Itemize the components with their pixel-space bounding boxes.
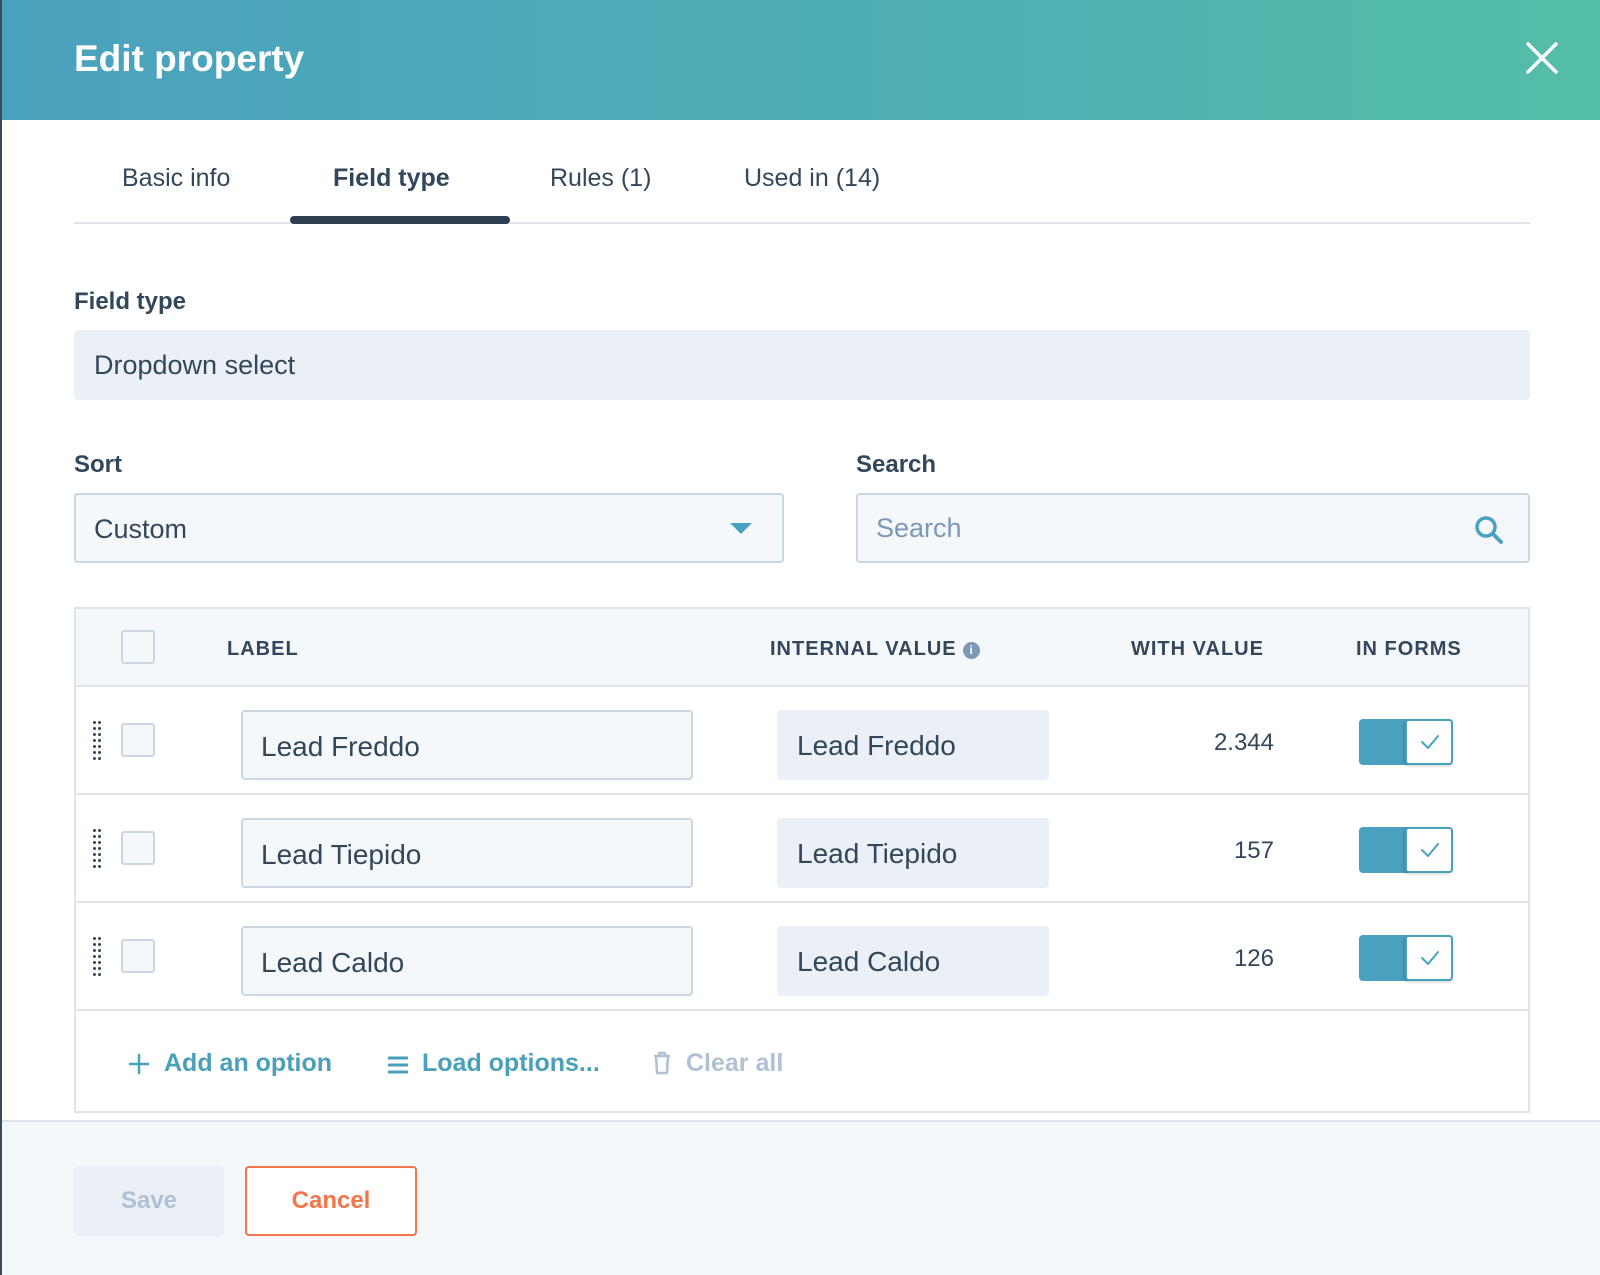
table-header: LABEL INTERNAL VALUE i WITH VALUE IN FORM… <box>76 609 1528 687</box>
chevron-down-icon <box>730 523 752 534</box>
row-checkbox[interactable] <box>121 831 155 865</box>
table-row: Lead Freddo Lead Freddo 2.344 <box>76 687 1528 795</box>
save-button[interactable]: Save <box>74 1166 224 1236</box>
option-internal-value: Lead Freddo <box>777 710 1049 780</box>
search-box <box>856 493 1530 563</box>
info-icon[interactable]: i <box>962 642 980 659</box>
close-button[interactable] <box>1522 38 1562 78</box>
option-with-value-count: 126 <box>1233 945 1274 972</box>
row-checkbox[interactable] <box>121 939 155 973</box>
checkmark-icon <box>1421 843 1439 857</box>
sort-select-value: Custom <box>94 514 188 544</box>
load-options-button[interactable]: Load options... <box>387 1049 600 1078</box>
column-internal-value-label: INTERNAL VALUE <box>770 638 957 660</box>
load-options-label: Load options... <box>422 1049 600 1077</box>
in-forms-toggle[interactable] <box>1359 827 1453 873</box>
active-tab-indicator <box>290 216 510 224</box>
modal-footer: Save Cancel <box>2 1120 1600 1275</box>
sort-select[interactable]: Custom <box>74 493 784 563</box>
option-with-value-count: 2.344 <box>1213 729 1274 756</box>
field-type-label: Field type <box>74 288 187 315</box>
tab-basic-info[interactable]: Basic info <box>122 164 230 193</box>
row-checkbox[interactable] <box>121 723 155 757</box>
option-label-input[interactable]: Lead Tiepido <box>241 818 693 888</box>
drag-handle-icon[interactable] <box>93 721 103 761</box>
search-label: Search <box>856 451 937 478</box>
column-label: LABEL <box>227 638 299 660</box>
in-forms-toggle[interactable] <box>1359 719 1453 765</box>
toggle-knob <box>1405 827 1453 873</box>
column-internal-value: INTERNAL VALUE i <box>770 638 980 661</box>
sort-label: Sort <box>74 451 122 478</box>
tab-bar: Basic info Field type Rules (1) Used in … <box>74 120 1530 224</box>
option-internal-value: Lead Tiepido <box>777 818 1049 888</box>
option-internal-value: Lead Caldo <box>777 926 1049 996</box>
tab-field-type[interactable]: Field type <box>333 164 450 193</box>
drag-handle-icon[interactable] <box>93 829 103 869</box>
tab-used-in[interactable]: Used in (14) <box>744 164 880 193</box>
add-option-button[interactable]: Add an option <box>128 1049 332 1078</box>
trash-icon <box>654 1051 670 1075</box>
close-icon <box>1526 42 1558 74</box>
cancel-button[interactable]: Cancel <box>245 1166 417 1236</box>
in-forms-toggle[interactable] <box>1359 935 1453 981</box>
list-icon <box>387 1056 409 1074</box>
option-with-value-count: 157 <box>1233 837 1274 864</box>
search-icon[interactable] <box>1474 515 1504 545</box>
tab-rules[interactable]: Rules (1) <box>550 164 651 193</box>
option-label-input[interactable]: Lead Freddo <box>241 710 693 780</box>
options-table: LABEL INTERNAL VALUE i WITH VALUE IN FORM… <box>74 607 1530 1113</box>
toggle-knob <box>1405 935 1453 981</box>
add-option-label: Add an option <box>164 1049 333 1077</box>
search-input[interactable] <box>858 495 1438 561</box>
column-in-forms: IN FORMS <box>1356 638 1462 660</box>
drag-handle-icon[interactable] <box>93 937 103 977</box>
edit-property-modal: Edit property Basic info Field type Rule… <box>2 0 1600 1275</box>
clear-all-button[interactable]: Clear all <box>652 1049 783 1078</box>
table-row: Lead Caldo Lead Caldo 126 <box>76 903 1528 1011</box>
column-with-value: WITH VALUE <box>1131 638 1264 660</box>
modal-title: Edit property <box>74 38 305 79</box>
option-label-input[interactable]: Lead Caldo <box>241 926 693 996</box>
checkmark-icon <box>1421 735 1439 749</box>
modal-header: Edit property <box>2 0 1600 120</box>
toggle-knob <box>1405 719 1453 765</box>
select-all-checkbox[interactable] <box>121 630 155 664</box>
clear-all-label: Clear all <box>686 1049 784 1077</box>
table-actions: Add an option Load options... Clear all <box>76 1011 1528 1111</box>
field-type-value: Dropdown select <box>74 330 1530 400</box>
checkmark-icon <box>1421 951 1439 965</box>
plus-icon <box>128 1053 150 1075</box>
table-row: Lead Tiepido Lead Tiepido 157 <box>76 795 1528 903</box>
